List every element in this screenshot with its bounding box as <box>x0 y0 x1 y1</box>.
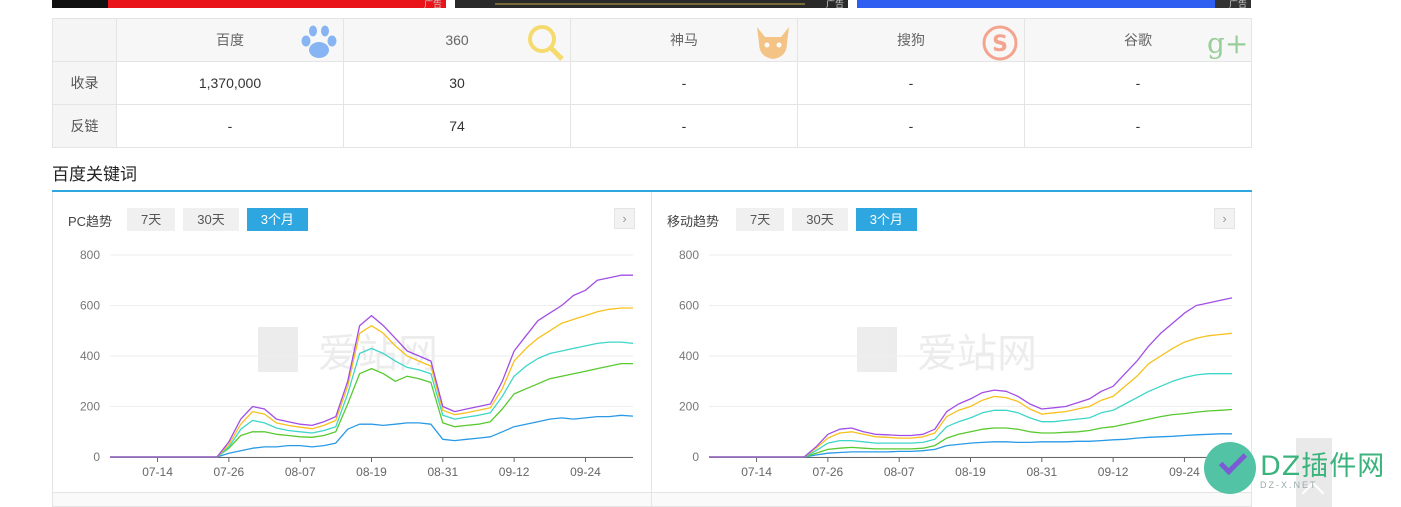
x-tick-label: 08-31 <box>1026 465 1057 479</box>
ad-banner-3[interactable]: 广告 <box>857 0 1251 9</box>
engine-col-360: 360 <box>343 18 571 62</box>
x-tick-label: 07-14 <box>741 465 772 479</box>
indexed-360: 30 <box>343 61 571 105</box>
pc-next-button[interactable]: › <box>614 208 635 229</box>
ad-banner-2[interactable]: 广告 <box>455 0 848 9</box>
engine-header-row: 百度 360 神马 搜狗 S 谷歌 g+ <box>52 18 1252 62</box>
mobile-tab-7d[interactable]: 7天 <box>736 208 785 231</box>
mobile-range-tabs: 7天 30天 3个月 <box>736 208 917 231</box>
svg-text:g+: g+ <box>1207 27 1248 60</box>
indexed-google: - <box>1024 61 1252 105</box>
section-title: 百度关键词 <box>52 165 137 184</box>
mobile-tab-3m[interactable]: 3个月 <box>855 208 917 231</box>
series-line-3 <box>709 408 1233 458</box>
y-tick-label: 400 <box>80 349 100 363</box>
sogou-s-icon: S <box>982 25 1018 61</box>
x-tick-label: 08-07 <box>285 465 316 479</box>
engine-name-baidu: 百度 <box>216 32 244 48</box>
x-tick-label: 08-19 <box>356 465 387 479</box>
ad-tag-1: 广告 <box>423 0 442 9</box>
table-corner <box>52 18 117 62</box>
ad-banner-2-bar <box>495 3 805 5</box>
x-tick-label: 08-31 <box>427 465 458 479</box>
dz-badge-sub: DZ-X.NET <box>1260 480 1318 490</box>
pc-range-tabs: 7天 30天 3个月 <box>127 208 308 231</box>
pc-trend-chart: 爱站网020040060080007-14 07-26 08-07 08-19 08-3… <box>80 248 634 479</box>
watermark-text: 爱站网 <box>917 331 1037 377</box>
mobile-panel-title: 移动趋势 <box>667 214 720 229</box>
series-line-4 <box>110 414 634 458</box>
engine-row-indexed: 收录 1,370,000 30 - - - <box>52 61 1252 105</box>
x-tick-label: 09-12 <box>499 465 530 479</box>
dz-badge-text: DZ插件网 <box>1260 451 1386 482</box>
mobile-next-button[interactable]: › <box>1214 208 1235 229</box>
engine-name-shenma: 神马 <box>670 32 698 48</box>
indexed-baidu: 1,370,000 <box>116 61 344 105</box>
x-tick-label: 09-12 <box>1098 465 1129 479</box>
watermark-logo: 爱站网 <box>857 327 1037 377</box>
pc-tab-7d[interactable]: 7天 <box>127 208 176 231</box>
360-search-icon <box>528 25 564 61</box>
pc-tab-3m[interactable]: 3个月 <box>246 208 308 231</box>
ad-banner-1-red-area <box>108 0 446 8</box>
row-label-backlinks: 反链 <box>52 104 117 148</box>
watermark-logo-icon <box>258 327 298 372</box>
engine-col-sogou: 搜狗 S <box>797 18 1025 62</box>
x-tick-label: 09-24 <box>570 465 601 479</box>
baidu-paw-icon <box>301 25 337 58</box>
engine-stats-table: 百度 360 神马 搜狗 S 谷歌 g+ 收录 1,370,000 30 - -… <box>52 18 1252 148</box>
backlinks-google: - <box>1024 104 1252 148</box>
x-tick-label: 07-26 <box>813 465 844 479</box>
x-tick-label: 08-19 <box>955 465 986 479</box>
pc-trend-panel: PC趋势 7天 30天 3个月 › 爱站网 0 200 400 600 800 07-14 0… <box>52 192 652 507</box>
pc-panel-footer <box>53 492 651 506</box>
engine-name-360: 360 <box>445 32 469 48</box>
y-tick-label: 800 <box>80 248 100 262</box>
engine-name-sogou: 搜狗 <box>897 32 925 48</box>
pc-tab-30d[interactable]: 30天 <box>183 208 239 231</box>
indexed-sogou: - <box>797 61 1025 105</box>
y-tick-label: 0 <box>93 450 100 464</box>
backlinks-shenma: - <box>570 104 798 148</box>
y-tick-label: 400 <box>679 349 699 363</box>
y-tick-label: 600 <box>80 299 100 313</box>
shenma-horse-icon <box>757 27 789 59</box>
row-label-indexed: 收录 <box>52 61 117 105</box>
indexed-shenma: - <box>570 61 798 105</box>
svg-text:S: S <box>992 32 1008 57</box>
y-tick-label: 600 <box>679 299 699 313</box>
mobile-trend-panel: 移动趋势 7天 30天 3个月 › 爱站网 0 200 400 600 800 07-14 0… <box>652 192 1252 507</box>
series-line-0 <box>709 297 1233 458</box>
engine-row-backlinks: 反链 - 74 - - - <box>52 104 1252 148</box>
x-tick-label: 07-26 <box>214 465 245 479</box>
x-tick-label: 09-24 <box>1169 465 1200 479</box>
engine-col-google: 谷歌 g+ <box>1024 18 1252 62</box>
y-tick-label: 200 <box>80 400 100 414</box>
series-line-3 <box>110 362 633 458</box>
y-tick-label: 0 <box>692 450 699 464</box>
mobile-panel-footer <box>652 492 1251 506</box>
dz-watermark-badge: DZ插件网 DZ-X.NET <box>1200 436 1396 498</box>
engine-col-shenma: 神马 <box>570 18 798 62</box>
engine-name-google: 谷歌 <box>1124 32 1152 48</box>
ad-tag-2: 广告 <box>825 0 844 9</box>
x-tick-label: 07-14 <box>142 465 173 479</box>
watermark-logo-icon <box>857 327 897 372</box>
mobile-trend-chart: 爱站网 0 200 400 600 800 07-14 07-26 08-07 08-19 08-3… <box>679 248 1233 479</box>
series-line-4 <box>709 433 1232 458</box>
google-plus-icon: g+ <box>1207 27 1248 60</box>
ad-banner-1[interactable]: 广告 <box>52 0 446 9</box>
series-line-2 <box>709 373 1232 458</box>
y-tick-label: 800 <box>679 248 699 262</box>
mobile-tab-30d[interactable]: 30天 <box>792 208 848 231</box>
backlinks-360: 74 <box>343 104 571 148</box>
x-tick-label: 08-07 <box>884 465 915 479</box>
y-tick-label: 200 <box>679 400 699 414</box>
backlinks-baidu: - <box>116 104 344 148</box>
ad-tag-3: 广告 <box>1228 0 1247 9</box>
backlinks-sogou: - <box>797 104 1025 148</box>
engine-col-baidu: 百度 <box>116 18 344 62</box>
pc-panel-title: PC趋势 <box>68 214 113 229</box>
